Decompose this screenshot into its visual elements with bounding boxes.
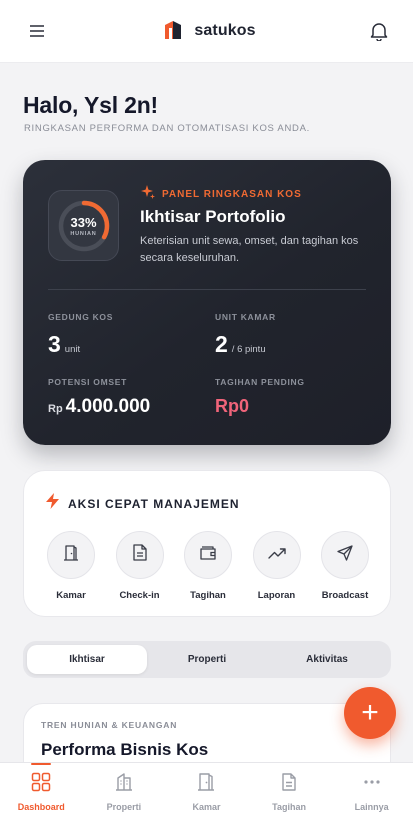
brand[interactable]: satukos bbox=[164, 19, 255, 44]
building-icon bbox=[114, 772, 134, 797]
trend-up-icon bbox=[267, 546, 286, 564]
nav-properti[interactable]: Properti bbox=[83, 763, 166, 817]
nav-kamar-label: Kamar bbox=[192, 802, 221, 812]
action-check-in-label: Check-in bbox=[119, 590, 160, 601]
action-broadcast-label: Broadcast bbox=[321, 590, 369, 601]
quick-actions-header: AKSI CEPAT MANAJEMEN bbox=[46, 493, 240, 514]
door-icon bbox=[196, 772, 216, 797]
bell-icon[interactable] bbox=[367, 19, 391, 43]
greeting-subtitle: RINGKASAN PERFORMA DAN OTOMATISASI KOS A… bbox=[24, 123, 310, 134]
action-check-in[interactable]: Check-in bbox=[109, 531, 171, 601]
stat-buildings-value: 3 bbox=[48, 331, 61, 357]
door-icon bbox=[63, 544, 79, 566]
stat-revenue-label: POTENSI OMSET bbox=[48, 377, 127, 387]
greeting-title: Halo, Ysl 2n! bbox=[23, 92, 159, 118]
tab-aktivitas[interactable]: Aktivitas bbox=[267, 645, 387, 674]
more-icon bbox=[362, 772, 382, 797]
top-bar: satukos bbox=[0, 0, 413, 63]
satukos-logo bbox=[164, 19, 182, 44]
panel-divider bbox=[48, 289, 366, 290]
section-tabs: Ikhtisar Properti Aktivitas bbox=[23, 641, 391, 678]
nav-dashboard-label: Dashboard bbox=[17, 802, 65, 812]
occupancy-ring: 33% HUNIAN bbox=[48, 190, 119, 261]
nav-kamar[interactable]: Kamar bbox=[165, 763, 248, 817]
dashboard-icon bbox=[31, 772, 51, 797]
brand-name: satukos bbox=[194, 22, 256, 39]
quick-actions-row: Kamar Check-in Tagihan Laporan Broadcast bbox=[40, 531, 376, 601]
panel-tag-label: PANEL RINGKASAN KOS bbox=[162, 189, 302, 200]
quick-actions-title: AKSI CEPAT MANAJEMEN bbox=[68, 496, 240, 511]
tab-ikhtisar[interactable]: Ikhtisar bbox=[27, 645, 147, 674]
stat-revenue-value: 4.000.000 bbox=[65, 396, 151, 417]
plus-icon: + bbox=[361, 696, 379, 729]
nav-tagihan-label: Tagihan bbox=[272, 802, 306, 812]
document-icon bbox=[279, 772, 299, 797]
send-icon bbox=[337, 544, 353, 566]
trend-tag: TREN HUNIAN & KEUANGAN bbox=[41, 720, 178, 730]
stat-revenue-prefix: Rp bbox=[48, 403, 63, 415]
occupancy-percent: 33% bbox=[70, 214, 97, 230]
sparkle-icon bbox=[141, 185, 155, 204]
bottom-nav: Dashboard Properti Kamar Tagihan Lainnya bbox=[0, 762, 413, 817]
stat-rooms-label: UNIT KAMAR bbox=[215, 312, 276, 322]
nav-lainnya-label: Lainnya bbox=[354, 802, 389, 812]
action-tagihan-label: Tagihan bbox=[190, 590, 226, 601]
nav-tagihan[interactable]: Tagihan bbox=[248, 763, 331, 817]
trend-title: Performa Bisnis Kos bbox=[41, 740, 209, 759]
stat-pending: TAGIHAN PENDING Rp0 bbox=[215, 377, 305, 417]
tab-properti[interactable]: Properti bbox=[147, 645, 267, 674]
panel-tag: PANEL RINGKASAN KOS bbox=[141, 185, 302, 204]
stat-rooms: UNIT KAMAR 2/ 6 pintu bbox=[215, 312, 276, 358]
action-laporan[interactable]: Laporan bbox=[246, 531, 308, 601]
action-kamar-label: Kamar bbox=[56, 590, 86, 601]
document-icon bbox=[132, 544, 147, 566]
add-fab-button[interactable]: + bbox=[344, 687, 396, 739]
lightning-icon bbox=[46, 493, 59, 514]
panel-title: Ikhtisar Portofolio bbox=[140, 207, 286, 226]
nav-dashboard[interactable]: Dashboard bbox=[0, 763, 83, 817]
stat-buildings-label: GEDUNG KOS bbox=[48, 312, 114, 322]
stat-pending-label: TAGIHAN PENDING bbox=[215, 377, 305, 387]
stat-rooms-value: 2 bbox=[215, 331, 228, 357]
stat-buildings: GEDUNG KOS 3 unit bbox=[48, 312, 113, 358]
hamburger-icon[interactable] bbox=[25, 19, 49, 43]
panel-description: Keterisian unit sewa, omset, dan tagihan… bbox=[140, 235, 359, 264]
stat-rooms-unit: / 6 pintu bbox=[231, 344, 266, 355]
nav-lainnya[interactable]: Lainnya bbox=[330, 763, 413, 817]
wallet-icon bbox=[199, 545, 217, 565]
occupancy-label: HUNIAN bbox=[70, 230, 97, 237]
stat-pending-value: Rp0 bbox=[215, 396, 250, 416]
nav-properti-label: Properti bbox=[106, 802, 142, 812]
stat-buildings-unit: unit bbox=[64, 344, 81, 355]
action-broadcast[interactable]: Broadcast bbox=[314, 531, 376, 601]
stat-revenue: POTENSI OMSET Rp 4.000.000 bbox=[48, 377, 150, 418]
action-kamar[interactable]: Kamar bbox=[40, 531, 102, 601]
action-laporan-label: Laporan bbox=[257, 590, 296, 601]
quick-actions-card: AKSI CEPAT MANAJEMEN Kamar Check-in Tagi… bbox=[23, 470, 391, 617]
action-tagihan[interactable]: Tagihan bbox=[177, 531, 239, 601]
portfolio-card: 33% HUNIAN PANEL RINGKASAN KOS Ikhtisar … bbox=[23, 160, 391, 445]
